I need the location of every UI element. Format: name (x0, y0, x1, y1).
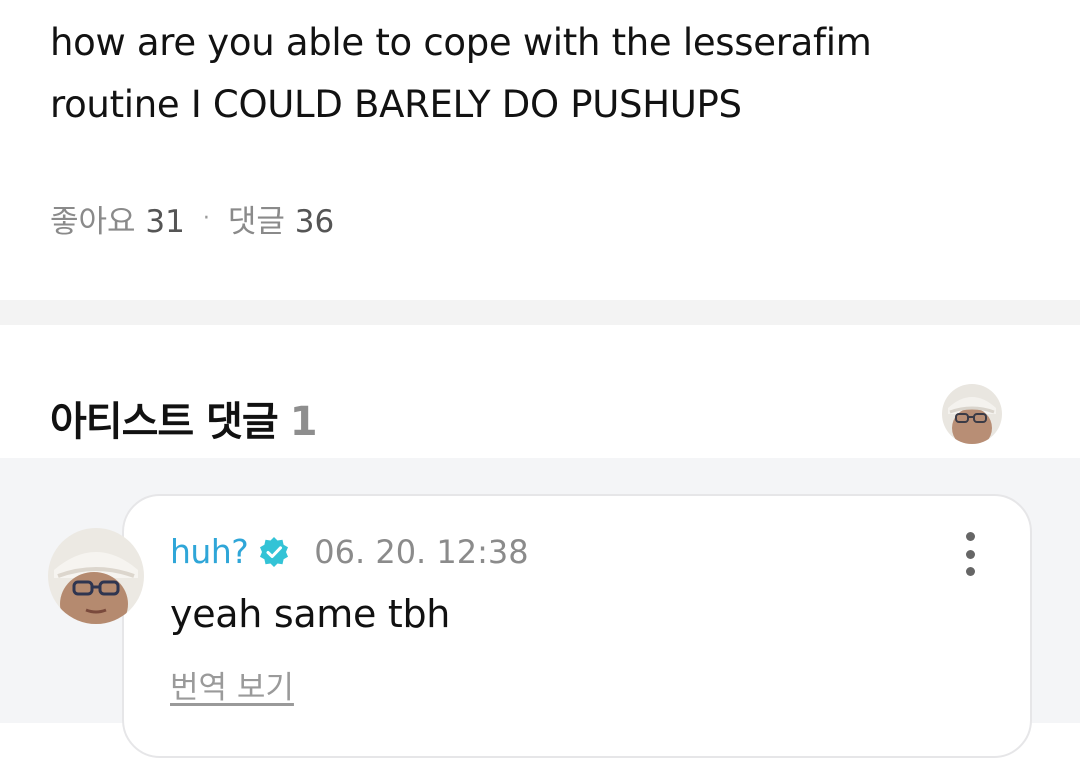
comments-label: 댓글 (227, 204, 285, 240)
artist-comments-label: 아티스트 댓글 (50, 399, 279, 445)
commenter-avatar-icon[interactable] (48, 528, 144, 624)
artist-comments-title: 아티스트 댓글 1 (50, 389, 318, 447)
artist-comments-count: 1 (289, 399, 318, 445)
post-text: how are you able to cope with the lesser… (50, 12, 1030, 136)
more-vertical-icon (965, 532, 975, 541)
comments-count: 36 (294, 204, 335, 240)
post-stats: 좋아요 31 · 댓글 36 (50, 196, 334, 241)
section-divider (0, 300, 1080, 325)
translate-link[interactable]: 번역 보기 (170, 662, 294, 707)
verified-badge-icon (260, 536, 289, 567)
artist-avatar-icon[interactable] (942, 384, 1002, 444)
comment-body: yeah same tbh (170, 592, 451, 636)
comment-timestamp: 06. 20. 12:38 (314, 532, 529, 571)
comments-stat[interactable]: 댓글 36 (228, 196, 334, 241)
comment-meta: huh? 06. 20. 12:38 (170, 532, 529, 571)
stats-separator: · (202, 206, 210, 231)
post-text-line-2: routine I COULD BARELY DO PUSHUPS (50, 83, 742, 126)
artist-comments-header: 아티스트 댓글 1 (0, 325, 1080, 458)
likes-stat[interactable]: 좋아요 31 (50, 196, 185, 241)
comment-author[interactable]: huh? (170, 532, 249, 571)
likes-count: 31 (145, 204, 185, 240)
post-content: how are you able to cope with the lesser… (0, 0, 1080, 300)
post-text-line-1: how are you able to cope with the lesser… (50, 21, 872, 64)
likes-label: 좋아요 (50, 204, 136, 240)
more-options-button[interactable] (952, 532, 988, 576)
more-dot-2 (965, 549, 975, 559)
comments-area (0, 458, 1080, 758)
more-dot-3 (965, 567, 975, 576)
